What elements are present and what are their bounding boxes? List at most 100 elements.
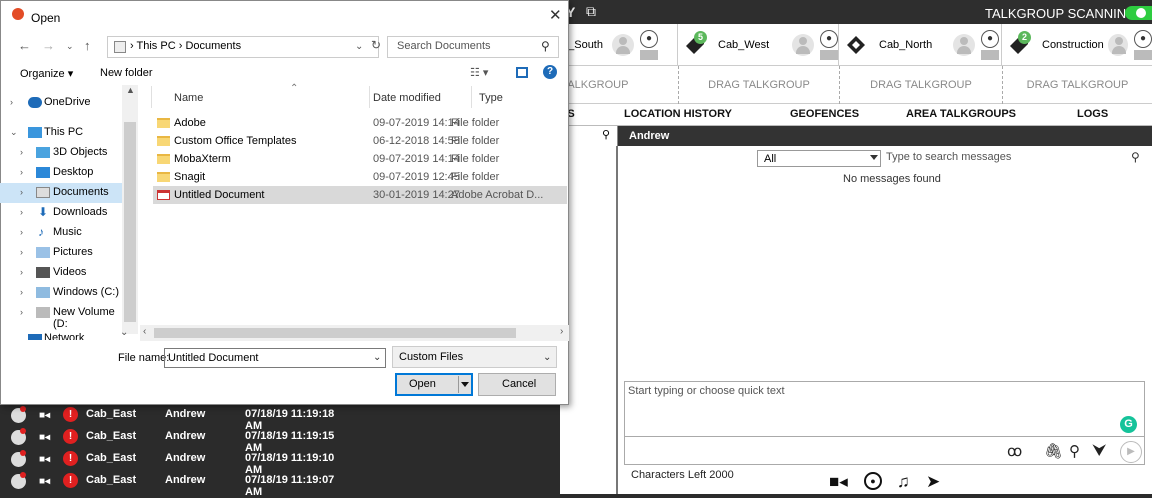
mic-icon[interactable]: ● [820, 30, 838, 48]
timestamp: 07/18/19 11:19:07 AM [245, 474, 335, 498]
navigate-arrow-icon[interactable]: ➤ [926, 472, 940, 492]
breadcrumb-this-pc[interactable]: This PC [137, 40, 176, 52]
file-row[interactable]: Adobe 09-07-2019 14:14 File folder [153, 114, 567, 132]
nav-item-pictures[interactable]: › Pictures [0, 243, 122, 263]
chevron-down-icon[interactable]: ⌄ [355, 41, 363, 52]
drag-slot[interactable]: DRAG TALKGROUP [839, 66, 1002, 104]
chevron-down-icon[interactable]: ⌄ [10, 127, 18, 138]
mic-icon[interactable]: ● [1134, 30, 1152, 48]
preview-pane-icon[interactable] [516, 67, 528, 78]
camera-icon[interactable] [640, 50, 658, 60]
camera-icon[interactable] [1134, 50, 1152, 60]
grammarly-icon[interactable]: G [1120, 416, 1137, 433]
recent-chevron-icon[interactable]: ⌄ [66, 41, 74, 52]
talkgroup-card[interactable]: 2 Construction ● [1002, 24, 1152, 66]
talkgroup-card[interactable]: 5 Cab_West ● [678, 24, 839, 66]
talkgroup-card[interactable]: Cab_North ● [839, 24, 1002, 66]
alert-bell-icon[interactable]: ♫ [897, 472, 910, 492]
horizontal-scrollbar-thumb[interactable] [154, 328, 516, 338]
talkgroup-scanning-toggle[interactable] [1125, 6, 1152, 20]
list-item[interactable]: ■◂! Cab_East Andrew 07/18/19 11:19:07 AM [0, 471, 353, 498]
nav-item-onedrive[interactable]: › OneDrive [0, 93, 122, 113]
view-options-icon[interactable]: ☷ ▾ [470, 66, 488, 79]
close-icon[interactable]: ✕ [549, 6, 562, 24]
mic-icon[interactable]: ● [640, 30, 658, 48]
search-icon[interactable]: ⚲ [1131, 150, 1140, 164]
file-row-selected[interactable]: Untitled Document 30-01-2019 14:27 Adobe A… [153, 186, 567, 204]
file-row[interactable]: Snagit 09-07-2019 12:45 File folder [153, 168, 567, 186]
ptt-mic-icon[interactable]: ● [864, 472, 882, 490]
send-button[interactable]: ▶ [1120, 441, 1142, 463]
video-icon[interactable]: ■◂ [829, 472, 848, 492]
nav-label: OneDrive [44, 96, 91, 108]
column-separator[interactable] [471, 86, 472, 108]
scroll-left-icon[interactable]: ‹ [143, 326, 146, 337]
column-header-type[interactable]: Type [479, 92, 503, 104]
camera-icon[interactable] [981, 50, 999, 60]
column-header-name[interactable]: Name [174, 92, 203, 104]
double-chevron-down-icon[interactable]: ⮟ [1093, 442, 1106, 459]
location-pin-icon[interactable]: ⚲ [1069, 442, 1080, 460]
nav-item-3d-objects[interactable]: › 3D Objects [0, 143, 122, 163]
breadcrumb-documents[interactable]: Documents [185, 40, 241, 52]
scroll-up-icon[interactable]: ▲ [126, 85, 135, 95]
chevron-right-icon[interactable]: › [20, 227, 23, 237]
tab-location-history[interactable]: LOCATION HISTORY [624, 108, 732, 120]
nav-item-music[interactable]: › ♪ Music [0, 223, 122, 243]
chevron-down-icon[interactable]: ⌄ [543, 352, 551, 363]
search-icon[interactable]: ⚲ [541, 39, 550, 53]
open-dropdown-button[interactable] [458, 376, 470, 393]
chevron-right-icon[interactable]: › [20, 167, 23, 177]
chevron-right-icon[interactable]: › [20, 287, 23, 297]
chevron-down-icon[interactable]: ⌄ [373, 352, 381, 363]
composer-toolbar [624, 437, 1145, 465]
column-header-date[interactable]: Date modified [373, 92, 441, 104]
nav-item-documents[interactable]: › Documents [0, 183, 122, 203]
file-name-value[interactable]: Untitled Document [168, 352, 259, 364]
message-search-input[interactable]: Type to search messages [886, 151, 1011, 163]
drag-slot[interactable]: DRAG TALKGROUP [678, 66, 839, 104]
mic-icon[interactable]: ● [981, 30, 999, 48]
nav-item-network[interactable]: Network [0, 330, 122, 340]
nav-item-desktop[interactable]: › Desktop [0, 163, 122, 183]
popout-icon[interactable]: ⧉ [586, 3, 596, 20]
nav-item-downloads[interactable]: › ⬇ Downloads [0, 203, 122, 223]
nav-item-this-pc[interactable]: ⌄ This PC [0, 123, 122, 143]
tab-logs[interactable]: LOGS [1077, 108, 1108, 120]
message-filter-select[interactable]: All [757, 150, 881, 167]
up-arrow-icon[interactable]: ↑ [84, 38, 91, 53]
column-separator[interactable] [369, 86, 370, 108]
refresh-icon[interactable]: ↻ [371, 38, 381, 52]
emergency-icon: ! [63, 429, 78, 444]
list-item[interactable]: ■◂! Cab_East Andrew 07/18/19 11:19:10 AM [0, 449, 353, 476]
voicemail-icon[interactable]: ꝏ [1007, 442, 1022, 460]
chevron-right-icon[interactable]: › [20, 267, 23, 277]
back-arrow-icon[interactable]: ← [18, 38, 31, 53]
chevron-right-icon[interactable]: › [20, 207, 23, 217]
chevron-right-icon[interactable]: › [20, 187, 23, 197]
chevron-right-icon[interactable]: › [20, 307, 23, 317]
nav-scrollbar-thumb[interactable] [124, 122, 136, 322]
chevron-right-icon[interactable]: › [20, 147, 23, 157]
organize-button[interactable]: Organize ▾ [20, 67, 73, 80]
chevron-right-icon[interactable]: › [20, 247, 23, 257]
chevron-right-icon[interactable]: › [10, 97, 13, 107]
attachment-icon[interactable]: 🖇 [1044, 442, 1063, 460]
help-icon[interactable]: ? [543, 65, 557, 79]
tab-area-talkgroups[interactable]: AREA TALKGROUPS [906, 108, 1016, 120]
list-item[interactable]: ■◂! Cab_East Andrew 07/18/19 11:19:18 AM [0, 405, 353, 432]
nav-item-windows-c[interactable]: › Windows (C:) [0, 283, 122, 303]
tab-geofences[interactable]: GEOFENCES [790, 108, 859, 120]
forward-arrow-icon[interactable]: → [42, 38, 55, 53]
file-row[interactable]: Custom Office Templates 06-12-2018 14:58 F… [153, 132, 567, 150]
list-item[interactable]: ■◂! Cab_East Andrew 07/18/19 11:19:15 AM [0, 427, 353, 454]
breadcrumb[interactable]: › This PC › Documents [130, 40, 241, 52]
camera-icon[interactable] [820, 50, 838, 60]
drag-slot[interactable]: DRAG TALKGROUP [1002, 66, 1152, 104]
scroll-right-icon[interactable]: › [560, 326, 563, 337]
file-row[interactable]: MobaXterm 09-07-2019 14:14 File folder [153, 150, 567, 168]
new-folder-button[interactable]: New folder [100, 67, 153, 79]
nav-item-new-volume-d[interactable]: › New Volume (D: [0, 303, 122, 330]
nav-item-videos[interactable]: › Videos [0, 263, 122, 283]
collapse-icon[interactable]: ⌄ [120, 327, 128, 338]
